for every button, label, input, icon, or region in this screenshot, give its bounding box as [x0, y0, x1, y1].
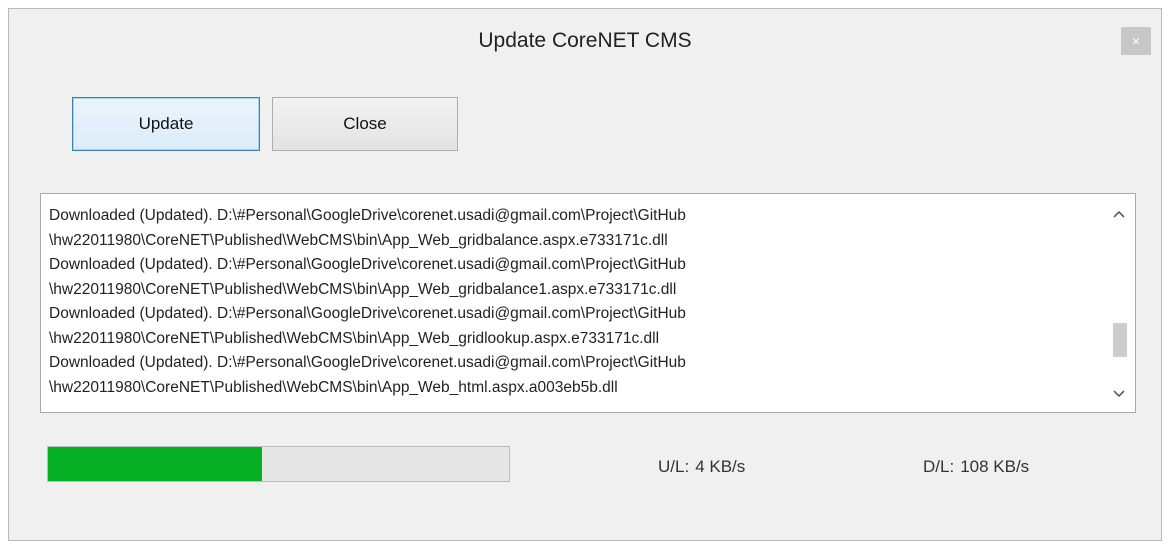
upload-speed-value: 4 KB/s — [695, 457, 746, 476]
log-line: \hw22011980\CoreNET\Published\WebCMS\bin… — [49, 280, 677, 298]
update-dialog: Update CoreNET CMS × Update Close Downlo… — [8, 8, 1162, 541]
log-content: Downloaded (Updated). D:\#Personal\Googl… — [49, 204, 1095, 400]
update-button[interactable]: Update — [72, 97, 260, 151]
log-line: Downloaded (Updated). D:\#Personal\Googl… — [49, 354, 686, 371]
upload-speed: U/L: 4 KB/s — [658, 457, 745, 477]
chevron-up-icon — [1113, 210, 1125, 218]
chevron-down-icon — [1113, 390, 1125, 398]
log-line: Downloaded (Updated). D:\#Personal\Googl… — [49, 305, 686, 322]
download-speed-label: D/L: — [923, 457, 955, 476]
download-speed: D/L: 108 KB/s — [923, 457, 1029, 477]
download-progress-bar — [47, 446, 510, 482]
scroll-thumb[interactable] — [1113, 323, 1127, 358]
scroll-down-button[interactable] — [1103, 378, 1135, 408]
download-speed-value: 108 KB/s — [960, 457, 1030, 476]
log-line: \hw22011980\CoreNET\Published\WebCMS\bin… — [49, 378, 618, 396]
close-icon: × — [1131, 33, 1141, 49]
window-title: Update CoreNET CMS — [478, 29, 692, 52]
upload-speed-label: U/L: — [658, 457, 690, 476]
close-button[interactable]: Close — [272, 97, 458, 151]
log-line: Downloaded (Updated). D:\#Personal\Googl… — [49, 207, 686, 224]
window-close-button[interactable]: × — [1121, 27, 1151, 55]
log-line: \hw22011980\CoreNET\Published\WebCMS\bin… — [49, 231, 668, 249]
log-textbox[interactable]: Downloaded (Updated). D:\#Personal\Googl… — [40, 193, 1136, 413]
log-scrollbar[interactable] — [1103, 194, 1135, 412]
log-line: \hw22011980\CoreNET\Published\WebCMS\bin… — [49, 329, 660, 347]
log-line: Downloaded (Updated). D:\#Personal\Googl… — [49, 256, 686, 273]
title-bar: Update CoreNET CMS × — [9, 9, 1161, 77]
scroll-up-button[interactable] — [1103, 198, 1135, 228]
progress-fill — [48, 447, 263, 481]
